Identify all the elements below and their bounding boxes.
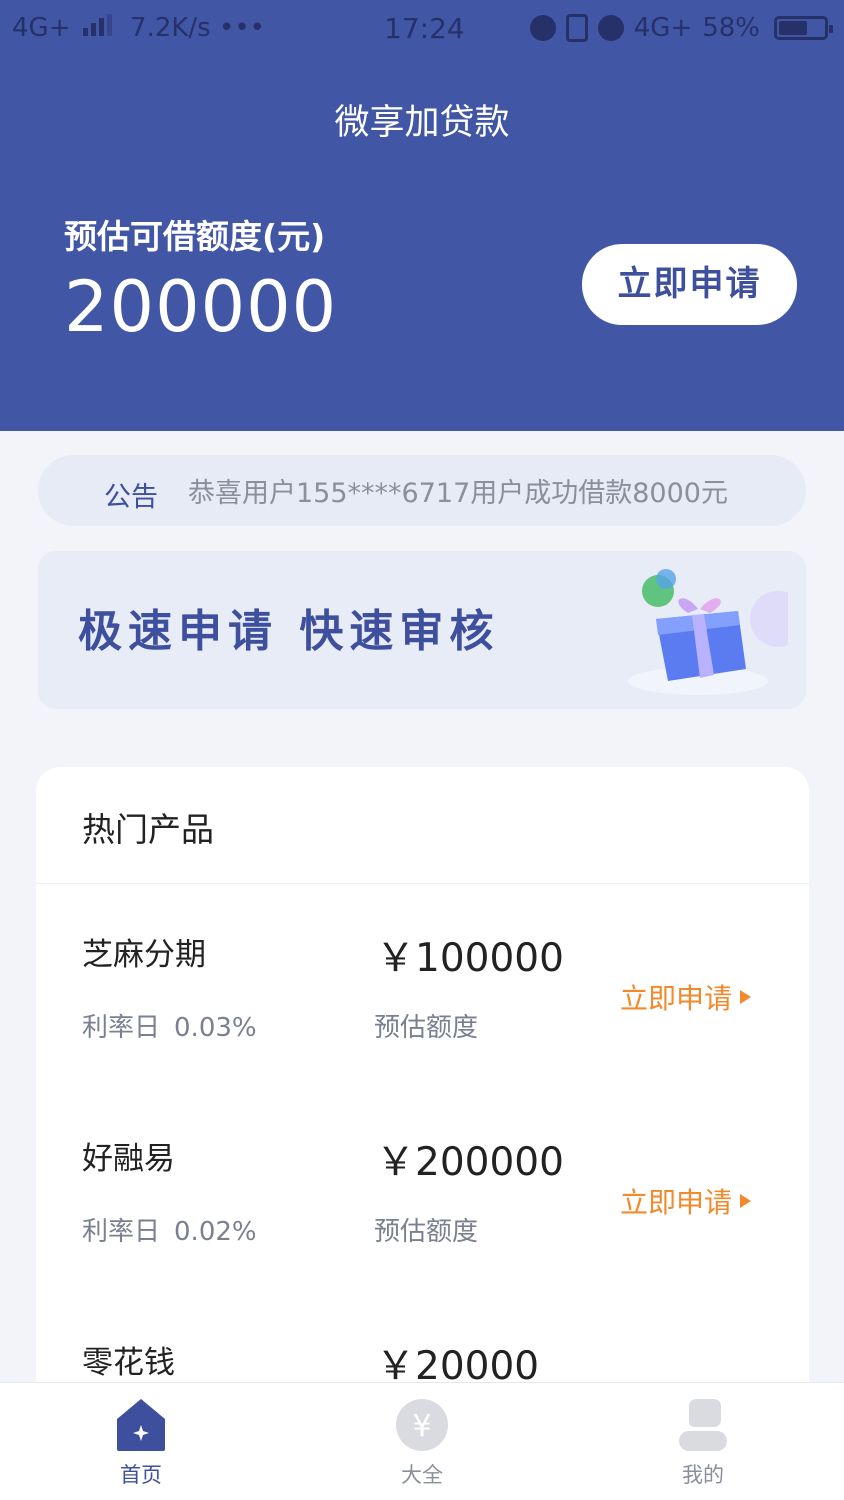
- product-amount: ￥100000: [376, 936, 564, 981]
- status-time: 17:24: [384, 12, 465, 45]
- battery-icon: [774, 16, 833, 40]
- header: 4G+ 7.2K/s ••• 17:24 4G+ 58% 微享加贷款 预估可借额…: [0, 0, 844, 431]
- product-rate: 利率日 0.03%: [82, 1007, 257, 1044]
- yuan-coin-icon: ¥: [396, 1399, 448, 1451]
- limit-amount: 200000: [64, 266, 338, 348]
- status-right: 4G+ 58%: [529, 13, 833, 43]
- network-label: 4G+: [12, 13, 71, 43]
- network-speed: 7.2K/s •••: [130, 13, 265, 43]
- product-name: 零花钱: [82, 1345, 175, 1381]
- divider: [36, 883, 809, 884]
- svg-text:¥: ¥: [412, 1409, 431, 1444]
- product-amount-label: 预估额度: [374, 1217, 479, 1247]
- status-left: 4G+ 7.2K/s •••: [12, 13, 265, 43]
- notice-text: 恭喜用户155****6717用户成功借款8000元: [188, 478, 728, 509]
- tab-label: 我的: [682, 1463, 724, 1487]
- notice-bar[interactable]: 公告 恭喜用户155****6717用户成功借款8000元: [38, 455, 806, 526]
- product-row[interactable]: 芝麻分期 利率日 0.03% ￥100000 预估额度 立即申请: [36, 929, 809, 1133]
- rate-label: 利率日: [82, 1013, 161, 1043]
- product-apply-link[interactable]: 立即申请: [620, 1181, 752, 1221]
- tab-mine[interactable]: 我的: [633, 1383, 773, 1500]
- signal-icon: [82, 14, 112, 36]
- tab-catalog[interactable]: ¥ 大全: [352, 1383, 492, 1500]
- hot-products-card: 热门产品 芝麻分期 利率日 0.03% ￥100000 预估额度 立即申请 好融易…: [36, 767, 809, 1467]
- battery-percent: 58%: [702, 13, 760, 43]
- limit-label: 预估可借额度(元): [64, 217, 326, 256]
- gift-box-icon: [628, 569, 788, 695]
- arrow-right-icon: [740, 1194, 752, 1208]
- product-rate: 利率日 0.02%: [82, 1211, 257, 1248]
- apply-label: 立即申请: [620, 1186, 733, 1219]
- tab-label: 大全: [401, 1463, 443, 1487]
- user-icon: [679, 1399, 727, 1451]
- tab-label: 首页: [120, 1463, 162, 1487]
- rate-value: 0.02%: [174, 1217, 257, 1247]
- apply-label: 立即申请: [620, 982, 733, 1015]
- vibrate-icon: [565, 14, 588, 42]
- status-bar: 4G+ 7.2K/s ••• 17:24 4G+ 58%: [0, 0, 844, 60]
- rate-label: 利率日: [82, 1217, 161, 1247]
- promo-banner[interactable]: 极速申请 快速审核: [38, 551, 806, 709]
- alarm-icon: [597, 15, 624, 41]
- bluetooth-icon: [529, 15, 556, 41]
- product-apply-link[interactable]: 立即申请: [620, 977, 752, 1017]
- tab-home[interactable]: 首页: [71, 1383, 211, 1500]
- product-name: 好融易: [82, 1141, 175, 1177]
- product-row[interactable]: 好融易 利率日 0.02% ￥200000 预估额度 立即申请: [36, 1133, 809, 1337]
- notice-label: 公告: [104, 482, 158, 513]
- app-title: 微享加贷款: [334, 103, 510, 143]
- product-amount-label: 预估额度: [374, 1013, 479, 1043]
- rate-value: 0.03%: [174, 1013, 257, 1043]
- banner-text: 极速申请 快速审核: [78, 606, 500, 657]
- product-amount: ￥200000: [376, 1140, 564, 1185]
- products-title: 热门产品: [82, 810, 214, 849]
- apply-now-button[interactable]: 立即申请: [582, 244, 797, 325]
- home-icon: [117, 1399, 165, 1451]
- network-right-label: 4G+: [633, 13, 693, 43]
- product-name: 芝麻分期: [82, 937, 206, 973]
- arrow-right-icon: [740, 990, 752, 1004]
- bottom-tab-bar: 首页 ¥ 大全 我的: [0, 1382, 844, 1500]
